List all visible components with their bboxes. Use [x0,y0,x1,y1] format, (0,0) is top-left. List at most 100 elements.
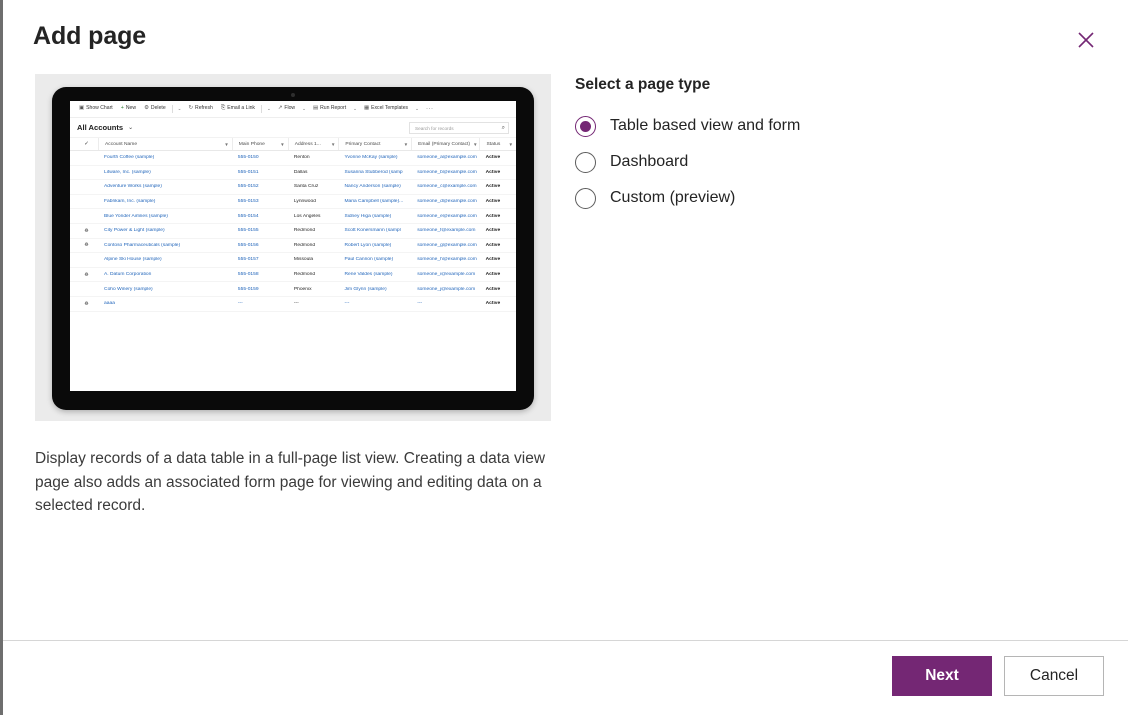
app-command-bar: ▣ Show Chart + New ⚙ Delete ⌄ [70,101,516,118]
table-row[interactable]: Adventure Works (sample)555-0152Santa Cr… [70,180,516,195]
page-type-options: Select a page type Table based view and … [575,76,1055,216]
cell-account-name: A. Datum Corporation [98,272,232,277]
person-icon: ☸ [75,272,98,278]
command-flow[interactable]: ↗ Flow [274,106,299,111]
cell-email: someone_i@example.com [411,272,479,277]
chevron-down-icon[interactable]: ⌄ [350,106,360,112]
grid-body: Fourth Coffee (sample)555-0150RentonYvon… [70,151,516,312]
table-row[interactable]: ☸Contoso Pharmaceuticals (sample)555-015… [70,239,516,254]
table-row[interactable]: Fourth Coffee (sample)555-0150RentonYvon… [70,151,516,166]
table-row[interactable]: ☸aaaa------------Active [70,297,516,312]
column-header-primary-contact[interactable]: Primary Contact ▼ [338,138,411,150]
cell-address: Santa Cruz [288,184,339,189]
cell-address: Phoenix [288,287,339,292]
cell-main-phone: 555-0156 [232,243,288,248]
tablet-camera-icon [291,93,295,97]
command-label: Delete [151,106,166,111]
column-header-account-name[interactable]: Account Name ▼ [98,138,232,150]
cancel-button[interactable]: Cancel [1004,656,1104,696]
cell-status: Active [480,184,516,189]
cell-account-name: Coho Winery (sample) [98,287,232,292]
radio-dashboard[interactable]: Dashboard [575,144,1055,180]
cell-address: Lynnwood [288,199,339,204]
filter-icon: ▼ [404,142,409,147]
filter-icon: ▼ [473,142,478,147]
person-icon: ☸ [75,301,98,307]
table-row[interactable]: Fabrikam, Inc. (sample)555-0153LynnwoodM… [70,195,516,210]
overflow-menu-icon[interactable]: ··· [422,106,438,112]
command-show-chart[interactable]: ▣ Show Chart [75,106,117,111]
view-name[interactable]: All Accounts [77,123,123,132]
table-row[interactable]: Blue Yonder Airlines (sample)555-0154Los… [70,209,516,224]
cell-address: Renton [288,155,339,160]
cell-account-name: Fabrikam, Inc. (sample) [98,199,232,204]
cell-account-name: Contoso Pharmaceuticals (sample) [98,243,232,248]
cell-status: Active [480,214,516,219]
table-row[interactable]: Alpine Ski House (sample)555-0157Missoul… [70,253,516,268]
command-label: Run Report [320,106,346,111]
cell-status: Active [480,155,516,160]
command-refresh[interactable]: ↻ Refresh [185,106,217,111]
cell-status: Active [480,301,516,306]
cell-email: someone_g@example.com [411,243,479,248]
cell-primary-contact: Scott Konersmann (sampl [338,228,411,233]
column-label: Account Name [105,142,137,147]
command-delete[interactable]: ⚙ Delete [140,106,170,111]
chevron-down-icon[interactable]: ⌄ [175,106,185,112]
command-run-report[interactable]: ▤ Run Report [309,106,350,111]
cell-address: Dallas [288,170,339,175]
cell-primary-contact: Susanna Stubberod (samp [338,170,411,175]
search-input[interactable]: Search for records ⌕ [409,122,509,134]
chevron-down-icon[interactable]: ⌄ [412,106,422,112]
cell-primary-contact: Maria Campbell (sample)... [338,199,411,204]
cell-status: Active [480,243,516,248]
link-icon: ⎘ [221,106,225,111]
cell-account-name: Fourth Coffee (sample) [98,155,232,160]
column-label: Address 1... [295,142,321,147]
cell-status: Active [480,170,516,175]
cell-email: someone_f@example.com [411,228,479,233]
table-row[interactable]: Coho Winery (sample)555-0159PhoenixJim G… [70,282,516,297]
cell-main-phone: 555-0154 [232,214,288,219]
cell-email: someone_c@example.com [411,184,479,189]
dialog-header: Add page [3,0,1128,70]
radio-table-based-view-and-form[interactable]: Table based view and form [575,108,1055,144]
column-header-main-phone[interactable]: Main Phone ▼ [232,138,288,150]
command-new[interactable]: + New [117,106,140,111]
cell-email: someone_j@example.com [411,287,479,292]
column-header-address[interactable]: Address 1... ▼ [288,138,339,150]
select-all-checkbox[interactable]: ✓ [75,141,98,147]
flow-icon: ↗ [278,106,283,111]
cell-email: someone_d@example.com [411,199,479,204]
cell-account-name: Adventure Works (sample) [98,184,232,189]
chevron-down-icon[interactable]: ⌄ [299,106,309,112]
column-label: Status [486,142,500,147]
tablet-frame: ▣ Show Chart + New ⚙ Delete ⌄ [52,87,534,410]
cell-address: Redmond [288,243,339,248]
page-type-description: Display records of a data table in a ful… [35,447,551,518]
next-button[interactable]: Next [892,656,992,696]
cell-address: Redmond [288,272,339,277]
chevron-down-icon[interactable]: ⌄ [264,106,274,112]
cell-status: Active [480,287,516,292]
close-button[interactable] [1070,24,1102,56]
table-row[interactable]: ☸A. Datum Corporation555-0158RedmondRene… [70,268,516,283]
radio-custom-preview[interactable]: Custom (preview) [575,180,1055,216]
command-email-a-link[interactable]: ⎘ Email a Link [217,106,259,111]
cell-primary-contact: --- [338,301,411,306]
cell-address: Redmond [288,228,339,233]
add-page-dialog: Add page ▣ Show Chart [0,0,1128,715]
cell-primary-contact: Jim Glynn (sample) [338,287,411,292]
refresh-icon: ↻ [189,106,194,111]
chart-icon: ▣ [79,106,84,111]
column-header-status[interactable]: Status ▼ [479,138,516,150]
table-row[interactable]: ☸City Power & Light (sample)555-0155Redm… [70,224,516,239]
cell-email: --- [411,301,479,306]
toolbar-divider [172,105,173,113]
cell-email: someone_b@example.com [411,170,479,175]
column-header-email[interactable]: Email (Primary Contact) ▼ [411,138,479,150]
chevron-down-icon[interactable]: ⌄ [128,124,133,131]
cell-primary-contact: Yvonne McKay (sample) [338,155,411,160]
command-excel-templates[interactable]: ▦ Excel Templates [360,106,412,111]
table-row[interactable]: Litware, Inc. (sample)555-0151DallasSusa… [70,166,516,181]
